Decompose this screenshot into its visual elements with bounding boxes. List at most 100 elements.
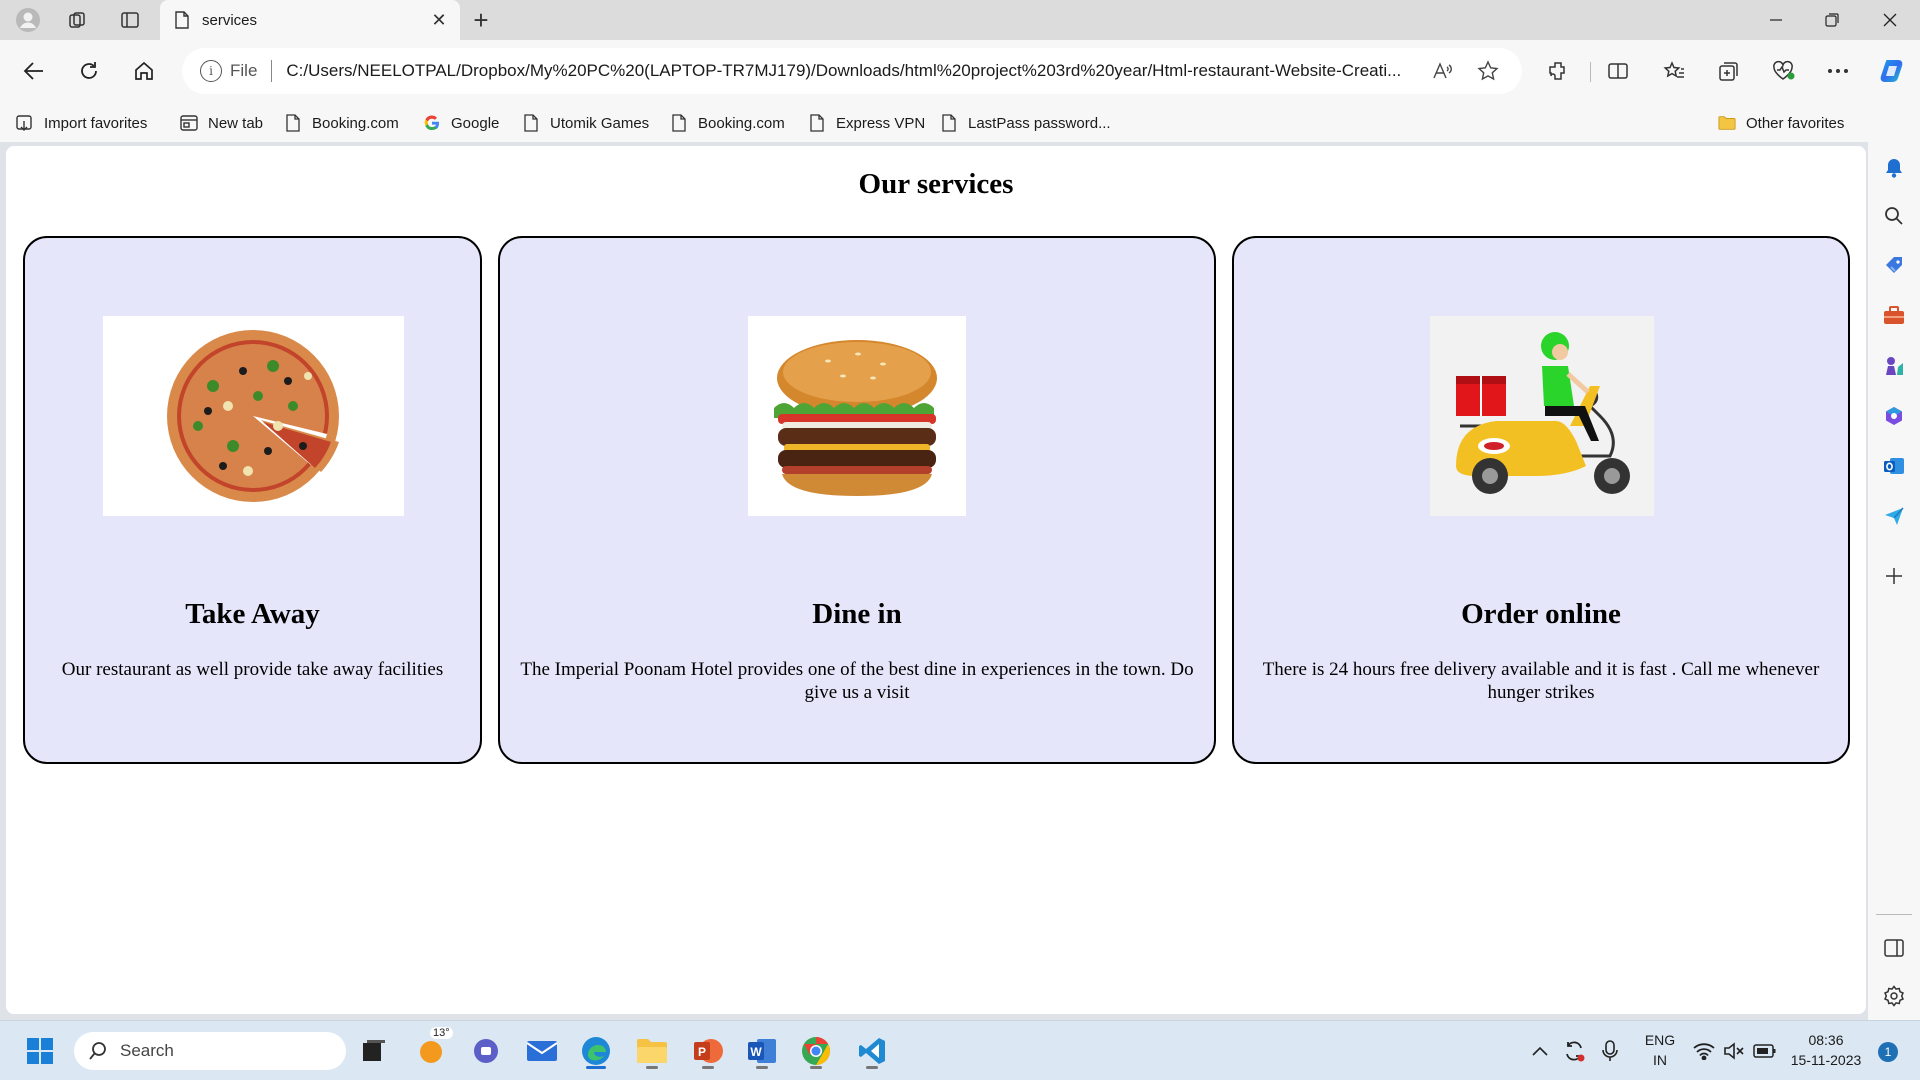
url-text[interactable]: C:/Users/NEELOTPAL/Dropbox/My%20PC%20(LA…: [286, 61, 1416, 81]
search-icon[interactable]: [1878, 200, 1910, 232]
hide-sidebar-icon[interactable]: [1878, 932, 1910, 964]
fav-lastpass[interactable]: LastPass password...: [940, 112, 1111, 134]
taskbar-search-box[interactable]: Search: [74, 1032, 346, 1070]
card-title: Order online: [1461, 598, 1621, 630]
copilot-icon[interactable]: [1876, 55, 1908, 87]
page-icon: [522, 113, 540, 133]
word-icon[interactable]: W: [742, 1031, 782, 1071]
tab-title: services: [202, 11, 258, 29]
fav-booking-2[interactable]: Booking.com: [670, 112, 785, 134]
search-placeholder: Search: [120, 1041, 174, 1060]
chrome-icon[interactable]: [796, 1031, 836, 1071]
settings-gear-icon[interactable]: [1878, 980, 1910, 1012]
fav-label: LastPass password...: [968, 114, 1111, 132]
fav-label: Other favorites: [1746, 114, 1845, 132]
clock[interactable]: 08:36 15-11-2023: [1790, 1030, 1862, 1070]
card-text: The Imperial Poonam Hotel provides one o…: [520, 659, 1194, 703]
microsoft-365-icon[interactable]: [1878, 400, 1910, 432]
info-icon[interactable]: i: [200, 60, 222, 82]
mail-icon[interactable]: [522, 1031, 562, 1071]
tab-actions-icon[interactable]: [114, 6, 146, 34]
tab-icon: [180, 113, 198, 133]
svg-text:P: P: [698, 1045, 706, 1059]
send-paper-plane-icon[interactable]: [1878, 500, 1910, 532]
page-viewport: Our services Take Away Our restaurant as…: [6, 146, 1866, 1014]
vscode-icon[interactable]: [852, 1031, 892, 1071]
open-indicator: [810, 1066, 822, 1069]
card-title: Take Away: [185, 598, 320, 630]
file-explorer-icon[interactable]: [632, 1031, 672, 1071]
import-icon: [16, 113, 34, 133]
card-title: Dine in: [812, 598, 902, 630]
burger-image: [748, 316, 966, 516]
sync-status-icon[interactable]: [1558, 1031, 1590, 1071]
wifi-icon[interactable]: [1688, 1031, 1720, 1071]
collections-icon[interactable]: [1713, 55, 1745, 87]
outlook-icon[interactable]: [1878, 450, 1910, 482]
language-code: ENG: [1644, 1032, 1676, 1048]
title-bar: services ✕ +: [0, 0, 1920, 40]
workspaces-icon[interactable]: [62, 6, 94, 34]
open-indicator: [702, 1066, 714, 1069]
edge-taskbar-icon[interactable]: [576, 1031, 616, 1071]
home-button[interactable]: [126, 53, 162, 89]
favorites-icon[interactable]: [1658, 55, 1690, 87]
fav-new-tab[interactable]: New tab: [180, 112, 263, 134]
google-icon: [423, 113, 441, 133]
add-sidebar-app-icon[interactable]: [1878, 560, 1910, 592]
notification-bell-icon[interactable]: [1878, 152, 1910, 184]
back-button[interactable]: [16, 53, 52, 89]
tools-briefcase-icon[interactable]: [1878, 300, 1910, 332]
address-bar[interactable]: i File C:/Users/NEELOTPAL/Dropbox/My%20P…: [182, 48, 1522, 94]
read-aloud-icon[interactable]: [1426, 56, 1458, 86]
region-code: IN: [1653, 1052, 1667, 1068]
toolbar-divider: [1590, 62, 1591, 82]
extensions-icon[interactable]: [1542, 55, 1574, 87]
volume-muted-icon[interactable]: [1718, 1031, 1750, 1071]
notification-count-badge[interactable]: 1: [1878, 1042, 1898, 1062]
other-favorites-folder[interactable]: Other favorites: [1718, 112, 1844, 134]
close-tab-icon[interactable]: ✕: [428, 9, 450, 31]
folder-icon: [1718, 113, 1736, 133]
fav-import-favorites[interactable]: Import favorites: [16, 112, 147, 134]
browser-essentials-icon[interactable]: [1768, 55, 1800, 87]
task-view-icon[interactable]: [354, 1031, 394, 1071]
fav-label: Import favorites: [44, 114, 148, 132]
fav-express-vpn[interactable]: Express VPN: [808, 112, 925, 134]
windows-taskbar: Search 13° P W ENG IN 08:36 15-11-2023 1: [0, 1020, 1920, 1080]
tab-services[interactable]: services ✕: [160, 0, 460, 40]
active-indicator: [586, 1066, 606, 1069]
split-screen-icon[interactable]: [1602, 55, 1634, 87]
minimize-button[interactable]: [1748, 0, 1804, 40]
clock-date: 15-11-2023: [1790, 1052, 1862, 1068]
sidebar-divider: [1876, 914, 1912, 915]
games-chess-icon[interactable]: [1878, 350, 1910, 382]
new-tab-button[interactable]: +: [466, 5, 496, 35]
fav-utomik-games[interactable]: Utomik Games: [522, 112, 649, 134]
favorites-bar: Import favorites New tab Booking.com Goo…: [0, 102, 1920, 142]
fav-google[interactable]: Google: [423, 112, 499, 134]
microphone-icon[interactable]: [1594, 1031, 1626, 1071]
battery-icon[interactable]: [1748, 1031, 1782, 1071]
show-hidden-icons-chevron[interactable]: [1526, 1031, 1554, 1071]
input-language[interactable]: ENG IN: [1640, 1030, 1680, 1070]
favorite-star-icon[interactable]: [1472, 56, 1504, 86]
edge-sidebar: [1868, 142, 1920, 1020]
shopping-tag-icon[interactable]: [1878, 250, 1910, 282]
windows-start-icon[interactable]: [20, 1031, 60, 1071]
page-icon: [808, 113, 826, 133]
fav-label: Booking.com: [312, 114, 399, 132]
fav-booking-1[interactable]: Booking.com: [284, 112, 399, 134]
page-icon: [175, 11, 189, 29]
close-window-button[interactable]: [1862, 0, 1918, 40]
fav-label: Express VPN: [836, 114, 926, 132]
address-separator: [271, 60, 273, 82]
teams-chat-icon[interactable]: [466, 1031, 506, 1071]
clock-time: 08:36: [1808, 1032, 1844, 1048]
restore-button[interactable]: [1804, 0, 1860, 40]
powerpoint-icon[interactable]: P: [688, 1031, 728, 1071]
refresh-button[interactable]: [71, 53, 107, 89]
profile-icon[interactable]: [12, 6, 44, 34]
more-options-icon[interactable]: [1822, 55, 1854, 87]
fav-label: Google: [451, 114, 500, 132]
